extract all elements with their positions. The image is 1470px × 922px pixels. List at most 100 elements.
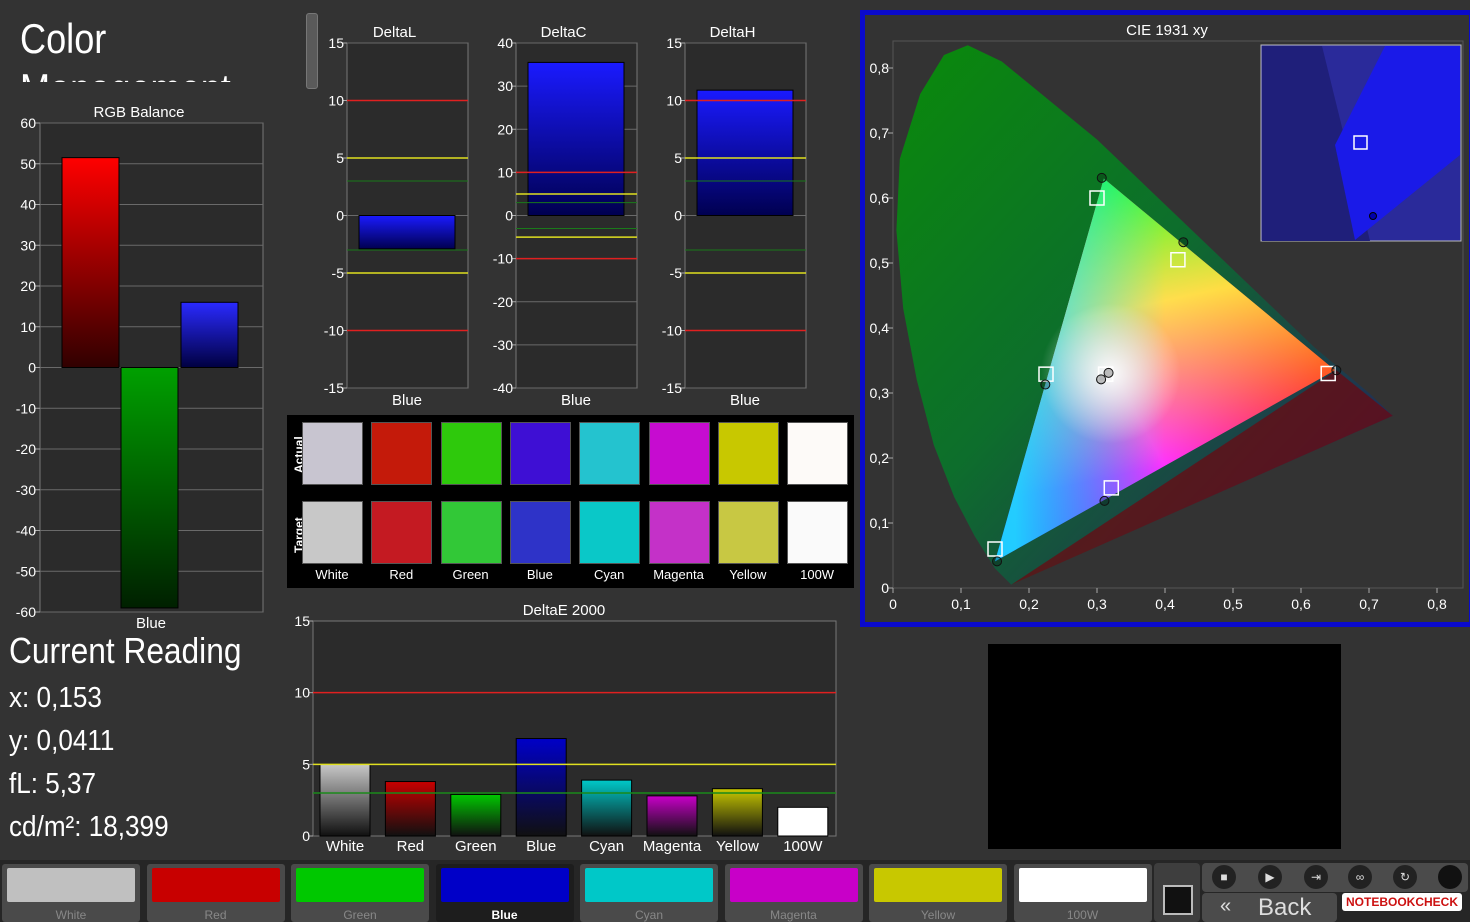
refresh-icon[interactable]: ↻ — [1393, 865, 1417, 889]
color-button-yellow[interactable]: Yellow — [869, 864, 1007, 922]
y-tick-label: 0 — [881, 580, 889, 596]
reading-x: x: 0,153 — [9, 682, 102, 714]
y-tick-label: -40 — [16, 523, 36, 539]
deltaC-chart: DeltaC 40 30 20 10 0 -10 -20 -30 -40 Blue — [493, 24, 638, 409]
y-tick-label: 0,3 — [870, 385, 890, 401]
bar-red — [384, 781, 436, 837]
color-chip — [440, 868, 569, 902]
color-button-label: Yellow — [920, 908, 956, 922]
x-tick-label: 0,1 — [951, 596, 971, 612]
record-button[interactable] — [1154, 863, 1200, 922]
actual-marker — [1096, 172, 1107, 183]
y-tick-label: 10 — [497, 164, 513, 180]
y-tick-label: -20 — [493, 294, 513, 310]
x-tick-label: Cyan — [589, 838, 624, 855]
x-tick-label: Blue — [526, 838, 556, 855]
delta-charts: DeltaL 15 10 5 0 -5 -10 -15 Blue DeltaC 40 30 20 10 0… — [324, 24, 807, 409]
deltaL-chart: DeltaL 15 10 5 0 -5 -10 -15 Blue — [324, 24, 469, 409]
y-tick-label: 10 — [666, 93, 682, 109]
y-tick-label: 50 — [20, 156, 36, 172]
y-tick-label: -10 — [493, 251, 513, 267]
swatch-target-white — [302, 501, 363, 564]
bar-value — [527, 61, 625, 216]
color-button-label: 100W — [1066, 908, 1099, 922]
swatch-label: White — [315, 567, 349, 582]
bar-white — [319, 763, 371, 837]
color-button-100w[interactable]: 100W — [1013, 864, 1152, 922]
step-icon[interactable]: ⇥ — [1304, 865, 1328, 889]
y-tick-label: 0,7 — [870, 125, 890, 141]
y-tick-label: -60 — [16, 604, 36, 620]
y-tick-label: -20 — [16, 441, 36, 457]
color-button-label: Red — [204, 908, 227, 922]
swatch-target-cyan — [579, 501, 641, 564]
x-tick-label: White — [326, 838, 364, 855]
x-tick-label: 0,5 — [1223, 596, 1243, 612]
y-tick-label: 15 — [328, 35, 344, 51]
actual-marker — [1096, 374, 1107, 385]
color-button-label: Magenta — [770, 908, 817, 922]
chart-title: DeltaL — [373, 24, 416, 41]
swatch-actual-white — [302, 422, 363, 485]
color-button-magenta[interactable]: Magenta — [724, 864, 863, 922]
x-axis-label: Blue — [730, 392, 760, 409]
swatch-label: 100W — [800, 567, 835, 582]
y-tick-label: 0,5 — [870, 255, 890, 271]
color-button-blue[interactable]: Blue — [435, 864, 574, 922]
loop-icon[interactable]: ∞ — [1348, 865, 1372, 889]
swatch-label: Magenta — [653, 567, 704, 582]
play-icon[interactable]: ▶ — [1258, 865, 1282, 889]
bar-cyan — [581, 779, 633, 837]
bar-green — [450, 793, 502, 837]
stop-square-icon — [1163, 885, 1193, 915]
swatch-target-red — [371, 501, 433, 564]
cie-chart: CIE 1931 xy 0 0,1 0,2 0,3 0,4 0,5 0,6 0,7 0,8 0 0,… — [870, 22, 1464, 612]
color-button-cyan[interactable]: Cyan — [580, 864, 718, 922]
current-reading-title: Current Reading — [9, 630, 242, 671]
color-chip — [7, 868, 135, 902]
y-tick-label: -30 — [493, 337, 513, 353]
status-icon — [1438, 865, 1462, 889]
color-button-red[interactable]: Red — [146, 864, 285, 922]
color-chip — [585, 868, 713, 902]
y-tick-label: -15 — [324, 380, 344, 396]
color-button-label: Green — [343, 908, 377, 922]
measurement-preview — [988, 644, 1341, 849]
y-tick-label: 0 — [674, 208, 682, 224]
y-tick-label: 0 — [28, 360, 36, 376]
watermark-logo: NOTEBOOKCHECK — [1342, 893, 1463, 911]
y-tick-label: 0 — [336, 208, 344, 224]
color-chip — [1018, 868, 1147, 902]
swatch-target-magenta — [648, 501, 710, 564]
y-tick-label: -10 — [324, 323, 344, 339]
actual-marker — [1103, 367, 1114, 378]
actual-marker — [1178, 237, 1189, 248]
color-chip — [729, 868, 858, 902]
swatch-label: Yellow — [729, 567, 767, 582]
x-tick-label: Yellow — [716, 838, 759, 855]
x-tick-label: 0,4 — [1155, 596, 1175, 612]
bar-100w — [777, 806, 829, 837]
color-button-white[interactable]: White — [2, 864, 140, 922]
back-label: Back — [1258, 894, 1312, 921]
stop-icon[interactable]: ■ — [1212, 865, 1236, 889]
y-tick-label: 0,2 — [870, 450, 890, 466]
reading-cd: cd/m²: 18,399 — [9, 811, 169, 843]
x-tick-label: Magenta — [643, 838, 702, 855]
y-tick-label: -40 — [493, 380, 513, 396]
x-tick-label: Green — [455, 838, 497, 855]
bar-blue — [515, 738, 567, 837]
swatch-actual-cyan — [579, 422, 641, 485]
y-tick-label: -10 — [662, 323, 682, 339]
y-tick-label: 10 — [20, 319, 36, 335]
playback-controls: ■ ▶ ⇥ ∞ ↻ — [1202, 863, 1468, 892]
back-button[interactable]: « Back — [1202, 893, 1337, 922]
color-button-green[interactable]: Green — [291, 864, 429, 922]
y-tick-label: 0,1 — [870, 515, 890, 531]
y-tick-label: 30 — [20, 237, 36, 253]
rgb-balance-chart: RGB Balance 60 50 40 30 20 10 0 -10 -20 -30 -40 -50… — [16, 104, 264, 632]
x-tick-label: 0,3 — [1087, 596, 1107, 612]
swatch-panel: Actual Target White Red Green Blue Cyan Magen… — [287, 415, 854, 588]
chart-title: DeltaH — [710, 24, 756, 41]
chart-title: CIE 1931 xy — [1126, 22, 1208, 39]
